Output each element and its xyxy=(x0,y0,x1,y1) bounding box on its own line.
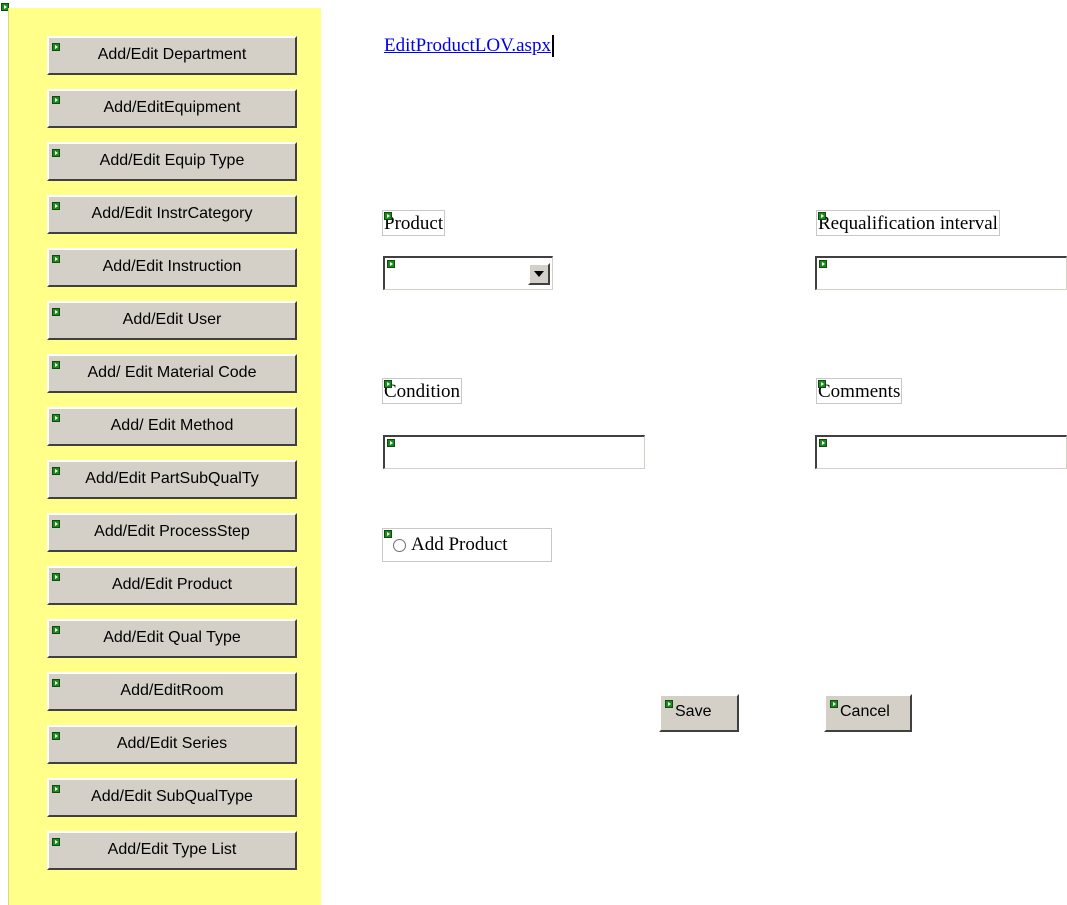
sidebar-item-equipment[interactable]: Add/EditEquipment xyxy=(47,89,297,128)
control-marker-icon xyxy=(52,361,60,369)
sidebar-item-type-list[interactable]: Add/Edit Type List xyxy=(47,831,297,870)
control-marker-icon xyxy=(52,255,60,263)
control-marker-icon xyxy=(52,467,60,475)
control-marker-icon xyxy=(830,700,838,708)
sidebar-item-sub-qual-type[interactable]: Add/Edit SubQualType xyxy=(47,778,297,817)
control-marker-icon xyxy=(665,700,673,708)
control-marker-icon xyxy=(52,732,60,740)
control-marker-icon xyxy=(818,380,826,388)
control-marker-icon xyxy=(387,439,395,447)
sidebar-item-label: Add/EditRoom xyxy=(120,682,224,699)
control-marker-icon xyxy=(387,260,395,268)
sidebar-item-label: Add/Edit SubQualType xyxy=(91,788,253,805)
control-marker-icon xyxy=(384,212,392,220)
sidebar-item-label: Add/Edit Type List xyxy=(107,841,237,858)
condition-label: Condition xyxy=(382,378,463,404)
sidebar-item-label: Add/ Edit Material Code xyxy=(87,364,257,381)
sidebar-item-label: Add/Edit Product xyxy=(111,576,233,593)
sidebar-item-room[interactable]: Add/EditRoom xyxy=(47,672,297,711)
control-marker-icon xyxy=(52,202,60,210)
add-product-radio[interactable] xyxy=(393,539,406,552)
sidebar-item-user[interactable]: Add/Edit User xyxy=(47,301,297,340)
sidebar-item-label: Add/Edit PartSubQualTy xyxy=(85,470,259,487)
sidebar-panel: Add/Edit Department Add/EditEquipment Ad… xyxy=(8,8,321,905)
sidebar-item-label: Add/EditEquipment xyxy=(103,99,241,116)
control-marker-icon xyxy=(52,785,60,793)
sidebar-item-instruction[interactable]: Add/Edit Instruction xyxy=(47,248,297,287)
sidebar-item-label: Add/Edit Equip Type xyxy=(99,152,245,169)
control-marker-icon xyxy=(52,308,60,316)
control-marker-icon xyxy=(52,573,60,581)
add-product-radio-label[interactable]: Add Product xyxy=(411,534,508,556)
requalification-interval-input[interactable] xyxy=(815,256,1067,290)
comments-label: Comments xyxy=(816,378,903,404)
control-marker-icon xyxy=(52,96,60,104)
control-marker-icon xyxy=(52,838,60,846)
add-product-radio-group: Add Product xyxy=(382,528,552,562)
control-marker-icon xyxy=(52,149,60,157)
condition-input[interactable] xyxy=(383,435,645,469)
control-marker-icon xyxy=(52,679,60,687)
product-label: Product xyxy=(382,210,446,236)
sidebar-item-product[interactable]: Add/Edit Product xyxy=(47,566,297,605)
sidebar-item-series[interactable]: Add/Edit Series xyxy=(47,725,297,764)
product-dropdown[interactable] xyxy=(383,256,553,290)
control-marker-icon xyxy=(52,520,60,528)
cancel-button[interactable]: Cancel xyxy=(824,694,912,732)
sidebar-item-label: Add/Edit Qual Type xyxy=(103,629,241,646)
chevron-down-icon[interactable] xyxy=(528,263,550,285)
save-button[interactable]: Save xyxy=(659,694,739,732)
sidebar-item-label: Add/ Edit Method xyxy=(110,417,234,434)
control-marker-icon xyxy=(819,439,827,447)
control-marker-icon xyxy=(819,260,827,268)
sidebar-item-process-step[interactable]: Add/Edit ProcessStep xyxy=(47,513,297,552)
control-marker-icon xyxy=(52,626,60,634)
control-marker-icon xyxy=(52,43,60,51)
control-marker-icon xyxy=(384,380,392,388)
sidebar-item-department[interactable]: Add/Edit Department xyxy=(47,36,297,75)
sidebar-item-label: Add/Edit Series xyxy=(116,735,228,752)
comments-input[interactable] xyxy=(815,435,1067,469)
requalification-interval-label: Requalification interval xyxy=(816,210,1000,236)
control-marker-icon xyxy=(384,530,392,538)
sidebar-item-label: Add/Edit InstrCategory xyxy=(91,205,253,222)
sidebar-item-label: Add/Edit Department xyxy=(97,46,247,63)
control-marker-icon xyxy=(52,414,60,422)
sidebar-item-method[interactable]: Add/ Edit Method xyxy=(47,407,297,446)
edit-product-lov-link[interactable]: EditProductLOV.aspx xyxy=(384,35,554,57)
sidebar-item-qual-type[interactable]: Add/Edit Qual Type xyxy=(47,619,297,658)
sidebar-item-label: Add/Edit ProcessStep xyxy=(94,523,250,540)
sidebar-item-label: Add/Edit Instruction xyxy=(102,258,242,275)
sidebar-item-instr-category[interactable]: Add/Edit InstrCategory xyxy=(47,195,297,234)
sidebar-item-equip-type[interactable]: Add/Edit Equip Type xyxy=(47,142,297,181)
sidebar-item-part-sub-qual-type[interactable]: Add/Edit PartSubQualTy xyxy=(47,460,297,499)
control-marker-icon xyxy=(818,212,826,220)
sidebar-item-material-code[interactable]: Add/ Edit Material Code xyxy=(47,354,297,393)
sidebar-item-label: Add/Edit User xyxy=(122,311,222,328)
